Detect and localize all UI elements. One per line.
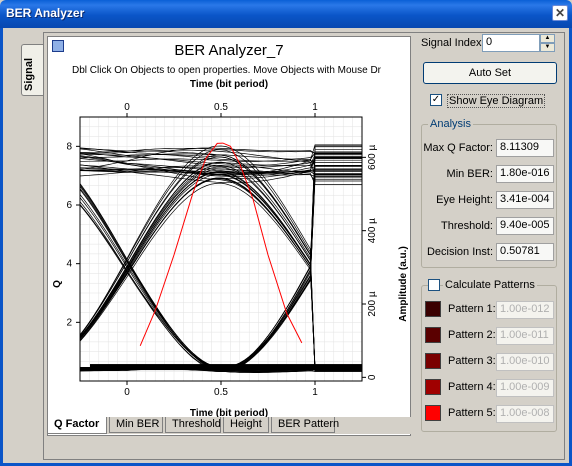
- analysis-value: 1.80e-016: [496, 165, 554, 183]
- x-tick-label: 0.5: [214, 387, 228, 398]
- tab-q-factor[interactable]: Q Factor: [47, 417, 107, 434]
- graph-title: BER Analyzer_7: [174, 42, 284, 59]
- graph-tabs: Q Factor Min BER Threshold Height BER Patter…: [47, 417, 411, 434]
- pattern-label: Pattern 5:: [448, 407, 496, 419]
- pattern-label: Pattern 4:: [448, 381, 496, 393]
- tab-min-ber[interactable]: Min BER: [109, 417, 163, 433]
- pattern-label: Pattern 1:: [448, 303, 496, 315]
- tab-ber-pattern[interactable]: BER Pattern: [271, 417, 339, 433]
- spin-up-icon[interactable]: ▲: [540, 34, 555, 43]
- title-bar: BER Analyzer ✕: [0, 0, 572, 28]
- graph-panel[interactable]: BER Analyzer_7 Dbl Click On Objects to o…: [47, 36, 411, 436]
- analysis-label: Threshold:: [441, 220, 493, 232]
- x-tick-label-top: 1: [312, 102, 318, 113]
- graph-subtitle: Dbl Click On Objects to open properties.…: [72, 65, 382, 76]
- y-tick-label: 4: [66, 259, 72, 270]
- analysis-value: 3.41e-004: [496, 191, 554, 209]
- tab-signal[interactable]: Signal: [21, 44, 43, 96]
- x-axis-label-bottom: Time (bit period): [190, 408, 268, 417]
- pattern-value: 1.00e-009: [496, 379, 554, 397]
- analysis-value: 9.40e-005: [496, 217, 554, 235]
- pattern-value: 1.00e-012: [496, 301, 554, 319]
- y-tick-label: 2: [66, 317, 72, 328]
- tab-height[interactable]: Height: [223, 417, 269, 433]
- window-title: BER Analyzer: [6, 6, 85, 20]
- analysis-label: Min BER:: [446, 168, 493, 180]
- signal-index-label: Signal Index:: [421, 37, 485, 49]
- pattern-value: 1.00e-011: [496, 327, 554, 345]
- signal-index-spinner[interactable]: ▲ ▼: [540, 34, 555, 52]
- pattern-label: Pattern 2:: [448, 329, 496, 341]
- pattern-color-swatch[interactable]: [425, 405, 441, 421]
- y2-tick-label: 200 µ: [367, 291, 378, 316]
- pattern-color-swatch[interactable]: [425, 353, 441, 369]
- show-eye-checkbox[interactable]: ✓: [430, 94, 442, 106]
- analysis-label: Eye Height:: [436, 194, 493, 206]
- pattern-label: Pattern 3:: [448, 355, 496, 367]
- y-axis-label-left: Q: [52, 280, 63, 288]
- zero-level-band: [90, 364, 362, 371]
- signal-index-input[interactable]: 0: [482, 34, 540, 52]
- x-axis-label-top: Time (bit period): [190, 79, 268, 90]
- analysis-value: 8.11309: [496, 139, 554, 157]
- spin-down-icon[interactable]: ▼: [540, 43, 555, 52]
- y2-tick-label: 0: [367, 374, 378, 380]
- pattern-color-swatch[interactable]: [425, 379, 441, 395]
- pattern-color-swatch[interactable]: [425, 327, 441, 343]
- analysis-label: Decision Inst:: [426, 246, 493, 258]
- calculate-patterns-label[interactable]: Calculate Patterns: [443, 279, 537, 291]
- x-tick-label-top: 0: [124, 102, 130, 113]
- pattern-color-swatch[interactable]: [425, 301, 441, 317]
- show-eye-label[interactable]: Show Eye Diagram: [447, 94, 546, 108]
- x-tick-label: 1: [312, 387, 318, 398]
- close-icon[interactable]: ✕: [552, 5, 568, 21]
- x-tick-label: 0: [124, 387, 130, 398]
- auto-set-button[interactable]: Auto Set: [423, 62, 557, 84]
- analysis-value: 0.50781: [496, 243, 554, 261]
- calculate-patterns-checkbox[interactable]: [428, 279, 440, 291]
- analysis-label: Max Q Factor:: [423, 142, 493, 154]
- pattern-value: 1.00e-008: [496, 405, 554, 423]
- pattern-value: 1.00e-010: [496, 353, 554, 371]
- analysis-title: Analysis: [428, 118, 473, 130]
- tab-signal-label: Signal: [23, 57, 35, 91]
- x-tick-label-top: 0.5: [214, 102, 228, 113]
- tab-threshold[interactable]: Threshold: [165, 417, 221, 433]
